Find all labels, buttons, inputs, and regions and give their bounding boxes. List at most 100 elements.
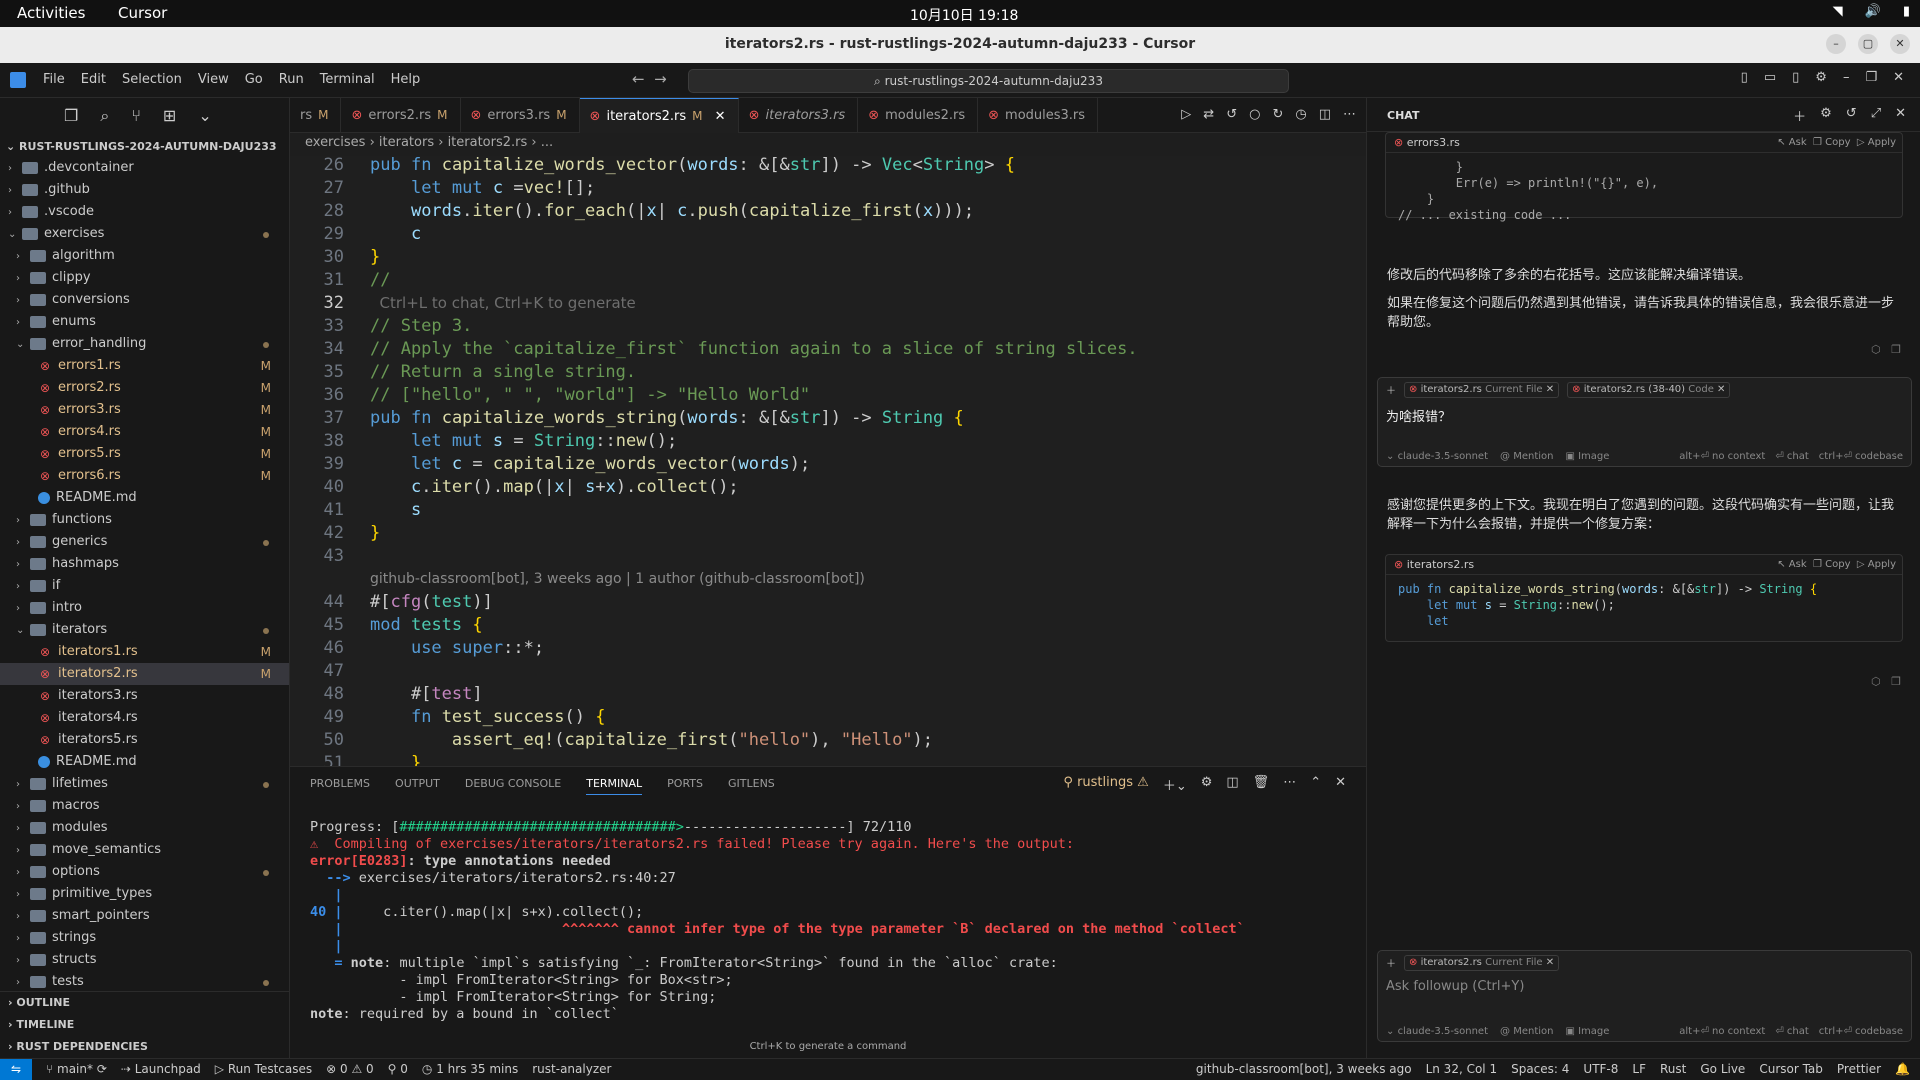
code-line[interactable]: 40 c.iter().map(|x| s+x).collect(); — [290, 476, 1350, 499]
code-line[interactable]: 35 // Return a single string. — [290, 361, 1350, 384]
folder-item[interactable]: › structs — [0, 949, 289, 971]
notifications-bell-icon[interactable]: 🔔 — [1895, 1059, 1910, 1080]
section-outline[interactable]: › OUTLINE — [0, 992, 290, 1014]
context-chip[interactable]: ⊗ iterators2.rs Current File ✕ — [1404, 955, 1560, 971]
minimize-window-button[interactable]: – — [1826, 34, 1846, 54]
editor-tab[interactable]: ⊗ iterators2.rs M ✕ — [579, 98, 739, 133]
close-chat-icon[interactable]: ✕ — [1895, 106, 1906, 125]
copy-button[interactable]: Copy — [1825, 559, 1850, 570]
remote-indicator-icon[interactable]: ⇋ — [0, 1059, 32, 1080]
copy-icon[interactable]: ❐ — [1891, 675, 1901, 688]
language-mode[interactable]: Rust — [1660, 1059, 1686, 1080]
encoding-setting[interactable]: UTF-8 — [1583, 1059, 1618, 1080]
folder-item[interactable]: › lifetimes — [0, 773, 289, 795]
forward-arrow-icon[interactable]: → — [654, 70, 667, 88]
code-line[interactable]: 31 // — [290, 269, 1350, 292]
folder-item[interactable]: › hashmaps — [0, 553, 289, 575]
restore-icon[interactable]: ❐ — [1865, 70, 1877, 85]
panel-tab-gitlens[interactable]: GITLENS — [728, 777, 775, 795]
folder-item[interactable]: › intro — [0, 597, 289, 619]
menu-edit[interactable]: Edit — [81, 72, 106, 87]
run-testcases-button[interactable]: ▷ Run Testcases — [215, 1059, 312, 1080]
git-blame-status[interactable]: github-classroom[bot], 3 weeks ago — [1196, 1059, 1412, 1080]
terminal-settings-icon[interactable]: ⚙ — [1201, 775, 1213, 794]
new-chat-icon[interactable]: ＋ — [1793, 106, 1806, 125]
panel-tab-terminal[interactable]: TERMINAL — [586, 777, 643, 795]
file-item[interactable]: README.md — [0, 487, 289, 509]
model-selector[interactable]: ⌄ claude-3.5-sonnet — [1386, 451, 1488, 462]
breadcrumb-item[interactable]: iterators — [379, 135, 434, 150]
code-line[interactable]: 39 let c = capitalize_words_vector(words… — [290, 453, 1350, 476]
apply-button[interactable]: Apply — [1868, 559, 1896, 570]
settings-gear-icon[interactable]: ⚙ — [1815, 70, 1827, 85]
code-line[interactable]: 27 let mut c =vec![]; — [290, 177, 1350, 200]
back-arrow-icon[interactable]: ← — [632, 70, 645, 88]
code-line[interactable]: 51 } — [290, 752, 1350, 766]
image-button[interactable]: ▣ Image — [1565, 451, 1609, 462]
folder-item[interactable]: › generics — [0, 531, 289, 553]
code-line[interactable]: 44 #[cfg(test)] — [290, 591, 1350, 614]
history-icon[interactable]: ↺ — [1846, 106, 1857, 125]
terminal-output[interactable]: Progress: [#############################… — [310, 819, 1245, 1023]
breadcrumb-item[interactable]: iterators2.rs — [448, 135, 528, 150]
apply-button[interactable]: Apply — [1868, 137, 1896, 148]
copy-icon[interactable]: ❐ — [1891, 343, 1901, 356]
wakatime-indicator[interactable]: ◷ 1 hrs 35 mins — [422, 1059, 518, 1080]
menu-view[interactable]: View — [198, 72, 229, 87]
more-actions-icon[interactable]: ⋯ — [1343, 107, 1356, 122]
menu-help[interactable]: Help — [391, 72, 421, 87]
chat-followup-input[interactable]: ＋ ⊗ iterators2.rs Current File ✕ Ask fol… — [1377, 950, 1912, 1042]
no-context-option[interactable]: alt+⏎ no context — [1679, 451, 1765, 462]
folder-item[interactable]: › primitive_types — [0, 883, 289, 905]
code-line[interactable]: 43 — [290, 545, 1350, 568]
source-control-icon[interactable]: ⑂ — [131, 106, 141, 134]
code-editor[interactable]: 26 pub fn capitalize_words_vector(words: … — [290, 156, 1366, 766]
command-search-box[interactable]: ⌕ rust-rustlings-2024-autumn-daju233 — [688, 69, 1289, 93]
split-editor-icon[interactable]: ◫ — [1319, 107, 1331, 122]
chat-input-history[interactable]: ＋ ⊗ iterators2.rs Current File ✕ ⊗ itera… — [1377, 377, 1912, 467]
code-line[interactable]: 30} — [290, 246, 1350, 269]
file-item[interactable]: ⊗ iterators3.rs — [0, 685, 289, 707]
add-context-icon[interactable]: ＋ — [1386, 382, 1396, 398]
file-item[interactable]: ⊗ errors4.rs M — [0, 421, 289, 443]
kill-terminal-icon[interactable]: 🗑 — [1253, 775, 1270, 794]
code-line[interactable]: 48 #[test] — [290, 683, 1350, 706]
maximize-panel-icon[interactable]: ⌃ — [1310, 775, 1321, 794]
folder-item[interactable]: › move_semantics — [0, 839, 289, 861]
branch-indicator[interactable]: ⑂ main* ⟳ — [46, 1059, 107, 1080]
close-panel-icon[interactable]: ✕ — [1335, 775, 1346, 794]
code-line[interactable]: 50 assert_eq!(capitalize_first("hello"),… — [290, 729, 1350, 752]
panel-tab-ports[interactable]: PORTS — [667, 777, 703, 795]
folder-item[interactable]: › strings — [0, 927, 289, 949]
active-app-label[interactable]: Cursor — [118, 4, 167, 22]
image-button[interactable]: ▣ Image — [1565, 1026, 1609, 1037]
folder-item[interactable]: › enums — [0, 311, 289, 333]
code-line[interactable]: 33 // Step 3. — [290, 315, 1350, 338]
toggle-panel-icon[interactable]: ▭ — [1764, 70, 1776, 85]
toggle-secondary-sidebar-icon[interactable]: ▯ — [1792, 70, 1799, 85]
code-line[interactable]: 38 let mut s = String::new(); — [290, 430, 1350, 453]
menu-run[interactable]: Run — [279, 72, 304, 87]
launchpad-button[interactable]: ⇢ Launchpad — [121, 1059, 201, 1080]
toggle-sidebar-icon[interactable]: ▯ — [1741, 70, 1748, 85]
file-item[interactable]: ⊗ errors2.rs M — [0, 377, 289, 399]
folder-item[interactable]: › macros — [0, 795, 289, 817]
maximize-chat-icon[interactable]: ⤢ — [1871, 106, 1881, 125]
breadcrumb-item[interactable]: ... — [541, 135, 553, 150]
folder-item[interactable]: › .github — [0, 179, 289, 201]
code-line[interactable]: 46 use super::*; — [290, 637, 1350, 660]
context-chip[interactable]: ⊗ iterators2.rs (38-40) Code ✕ — [1567, 382, 1731, 398]
breadcrumb-item[interactable]: exercises — [305, 135, 365, 150]
menu-file[interactable]: File — [43, 72, 65, 87]
file-item[interactable]: ⊗ errors3.rs M — [0, 399, 289, 421]
codebase-option[interactable]: ctrl+⏎ codebase — [1819, 1026, 1903, 1037]
context-chip[interactable]: ⊗ iterators2.rs Current File ✕ — [1404, 382, 1560, 398]
code-line[interactable]: 45 mod tests { — [290, 614, 1350, 637]
volume-icon[interactable]: 🔊 — [1865, 4, 1881, 19]
compare-changes-icon[interactable]: ⇄ — [1203, 107, 1214, 122]
folder-item[interactable]: › algorithm — [0, 245, 289, 267]
cube-icon[interactable]: ⬡ — [1871, 675, 1881, 688]
followup-placeholder[interactable]: Ask followup (Ctrl+Y) — [1378, 975, 1911, 998]
folder-item[interactable]: › if — [0, 575, 289, 597]
code-line[interactable]: 29 c — [290, 223, 1350, 246]
